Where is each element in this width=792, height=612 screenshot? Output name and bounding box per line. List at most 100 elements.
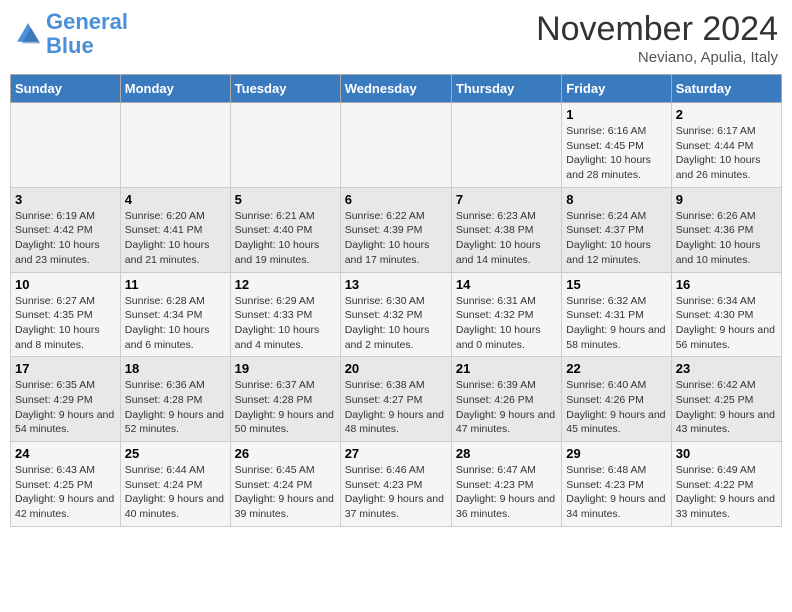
calendar-cell: 8 Sunrise: 6:24 AM Sunset: 4:37 PM Daylig… — [562, 187, 671, 272]
day-info: Sunrise: 6:20 AM Sunset: 4:41 PM Dayligh… — [125, 209, 226, 268]
calendar-body: 1 Sunrise: 6:16 AM Sunset: 4:45 PM Daylig… — [11, 103, 782, 527]
day-info: Sunrise: 6:34 AM Sunset: 4:30 PM Dayligh… — [676, 294, 777, 353]
calendar-cell: 2 Sunrise: 6:17 AM Sunset: 4:44 PM Daylig… — [671, 103, 781, 188]
day-info: Sunrise: 6:40 AM Sunset: 4:26 PM Dayligh… — [566, 378, 666, 437]
calendar-cell: 16 Sunrise: 6:34 AM Sunset: 4:30 PM Dayli… — [671, 272, 781, 357]
calendar-cell: 22Sunrise: 6:40 AM Sunset: 4:26 PM Dayli… — [562, 357, 671, 442]
day-number: 12 — [235, 277, 336, 292]
week-row-3: 10 Sunrise: 6:27 AM Sunset: 4:35 PM Dayli… — [11, 272, 782, 357]
day-header-tuesday: Tuesday — [230, 75, 340, 103]
day-info: Sunrise: 6:42 AM Sunset: 4:25 PM Dayligh… — [676, 378, 777, 437]
calendar-cell: 7 Sunrise: 6:23 AM Sunset: 4:38 PM Daylig… — [451, 187, 561, 272]
day-info: Sunrise: 6:16 AM Sunset: 4:45 PM Dayligh… — [566, 124, 666, 183]
day-number: 27 — [345, 446, 447, 461]
day-number: 2 — [676, 107, 777, 122]
calendar-cell: 12Sunrise: 6:29 AM Sunset: 4:33 PM Dayli… — [230, 272, 340, 357]
day-number: 28 — [456, 446, 557, 461]
calendar-cell: 19Sunrise: 6:37 AM Sunset: 4:28 PM Dayli… — [230, 357, 340, 442]
day-info: Sunrise: 6:24 AM Sunset: 4:37 PM Dayligh… — [566, 209, 666, 268]
day-info: Sunrise: 6:38 AM Sunset: 4:27 PM Dayligh… — [345, 378, 447, 437]
page-header: GeneralBlue November 2024 Neviano, Apuli… — [10, 10, 782, 66]
day-number: 4 — [125, 192, 226, 207]
day-number: 23 — [676, 361, 777, 376]
day-info: Sunrise: 6:44 AM Sunset: 4:24 PM Dayligh… — [125, 463, 226, 522]
day-info: Sunrise: 6:23 AM Sunset: 4:38 PM Dayligh… — [456, 209, 557, 268]
week-row-4: 17 Sunrise: 6:35 AM Sunset: 4:29 PM Dayli… — [11, 357, 782, 442]
month-title: November 2024 — [536, 10, 778, 49]
calendar-cell: 9 Sunrise: 6:26 AM Sunset: 4:36 PM Daylig… — [671, 187, 781, 272]
day-number: 18 — [125, 361, 226, 376]
day-info: Sunrise: 6:21 AM Sunset: 4:40 PM Dayligh… — [235, 209, 336, 268]
calendar-cell: 6Sunrise: 6:22 AM Sunset: 4:39 PM Daylig… — [340, 187, 451, 272]
day-info: Sunrise: 6:46 AM Sunset: 4:23 PM Dayligh… — [345, 463, 447, 522]
day-number: 8 — [566, 192, 666, 207]
calendar-cell — [451, 103, 561, 188]
calendar-cell: 26 Sunrise: 6:45 AM Sunset: 4:24 PM Dayli… — [230, 442, 340, 527]
title-area: November 2024 Neviano, Apulia, Italy — [536, 10, 778, 66]
day-number: 25 — [125, 446, 226, 461]
day-number: 20 — [345, 361, 447, 376]
calendar-cell: 1 Sunrise: 6:16 AM Sunset: 4:45 PM Daylig… — [562, 103, 671, 188]
day-info: Sunrise: 6:39 AM Sunset: 4:26 PM Dayligh… — [456, 378, 557, 437]
logo-text: GeneralBlue — [46, 10, 128, 58]
day-info: Sunrise: 6:47 AM Sunset: 4:23 PM Dayligh… — [456, 463, 557, 522]
day-number: 9 — [676, 192, 777, 207]
calendar-cell: 27 Sunrise: 6:46 AM Sunset: 4:23 PM Dayli… — [340, 442, 451, 527]
calendar-cell: 15 Sunrise: 6:32 AM Sunset: 4:31 PM Dayli… — [562, 272, 671, 357]
day-number: 3 — [15, 192, 116, 207]
day-info: Sunrise: 6:28 AM Sunset: 4:34 PM Dayligh… — [125, 294, 226, 353]
day-number: 21 — [456, 361, 557, 376]
calendar-cell — [230, 103, 340, 188]
week-row-5: 24 Sunrise: 6:43 AM Sunset: 4:25 PM Dayli… — [11, 442, 782, 527]
calendar-cell: 25 Sunrise: 6:44 AM Sunset: 4:24 PM Dayli… — [120, 442, 230, 527]
day-info: Sunrise: 6:43 AM Sunset: 4:25 PM Dayligh… — [15, 463, 116, 522]
calendar-cell: 28 Sunrise: 6:47 AM Sunset: 4:23 PM Dayli… — [451, 442, 561, 527]
day-number: 29 — [566, 446, 666, 461]
calendar-cell: 29 Sunrise: 6:48 AM Sunset: 4:23 PM Dayli… — [562, 442, 671, 527]
day-number: 19 — [235, 361, 336, 376]
calendar-cell: 5 Sunrise: 6:21 AM Sunset: 4:40 PM Daylig… — [230, 187, 340, 272]
day-info: Sunrise: 6:35 AM Sunset: 4:29 PM Dayligh… — [15, 378, 116, 437]
calendar-cell: 3Sunrise: 6:19 AM Sunset: 4:42 PM Daylig… — [11, 187, 121, 272]
day-info: Sunrise: 6:27 AM Sunset: 4:35 PM Dayligh… — [15, 294, 116, 353]
calendar-cell: 4 Sunrise: 6:20 AM Sunset: 4:41 PM Daylig… — [120, 187, 230, 272]
calendar-cell: 13Sunrise: 6:30 AM Sunset: 4:32 PM Dayli… — [340, 272, 451, 357]
calendar-cell: 14 Sunrise: 6:31 AM Sunset: 4:32 PM Dayli… — [451, 272, 561, 357]
day-number: 6 — [345, 192, 447, 207]
day-header-monday: Monday — [120, 75, 230, 103]
day-info: Sunrise: 6:26 AM Sunset: 4:36 PM Dayligh… — [676, 209, 777, 268]
day-info: Sunrise: 6:49 AM Sunset: 4:22 PM Dayligh… — [676, 463, 777, 522]
day-info: Sunrise: 6:32 AM Sunset: 4:31 PM Dayligh… — [566, 294, 666, 353]
calendar-cell — [120, 103, 230, 188]
day-number: 26 — [235, 446, 336, 461]
calendar-cell: 11Sunrise: 6:28 AM Sunset: 4:34 PM Dayli… — [120, 272, 230, 357]
day-info: Sunrise: 6:45 AM Sunset: 4:24 PM Dayligh… — [235, 463, 336, 522]
day-number: 14 — [456, 277, 557, 292]
day-number: 30 — [676, 446, 777, 461]
day-info: Sunrise: 6:36 AM Sunset: 4:28 PM Dayligh… — [125, 378, 226, 437]
day-number: 5 — [235, 192, 336, 207]
calendar-cell: 24 Sunrise: 6:43 AM Sunset: 4:25 PM Dayli… — [11, 442, 121, 527]
calendar-cell — [340, 103, 451, 188]
calendar-cell — [11, 103, 121, 188]
logo: GeneralBlue — [14, 10, 128, 58]
calendar-cell: 20 Sunrise: 6:38 AM Sunset: 4:27 PM Dayli… — [340, 357, 451, 442]
day-number: 15 — [566, 277, 666, 292]
week-row-2: 3Sunrise: 6:19 AM Sunset: 4:42 PM Daylig… — [11, 187, 782, 272]
day-info: Sunrise: 6:31 AM Sunset: 4:32 PM Dayligh… — [456, 294, 557, 353]
day-number: 10 — [15, 277, 116, 292]
day-number: 16 — [676, 277, 777, 292]
calendar-table: SundayMondayTuesdayWednesdayThursdayFrid… — [10, 74, 782, 527]
day-number: 1 — [566, 107, 666, 122]
calendar-cell: 10 Sunrise: 6:27 AM Sunset: 4:35 PM Dayli… — [11, 272, 121, 357]
day-info: Sunrise: 6:30 AM Sunset: 4:32 PM Dayligh… — [345, 294, 447, 353]
day-number: 7 — [456, 192, 557, 207]
day-header-saturday: Saturday — [671, 75, 781, 103]
day-info: Sunrise: 6:17 AM Sunset: 4:44 PM Dayligh… — [676, 124, 777, 183]
logo-icon — [14, 20, 42, 48]
day-number: 17 — [15, 361, 116, 376]
day-info: Sunrise: 6:48 AM Sunset: 4:23 PM Dayligh… — [566, 463, 666, 522]
day-number: 24 — [15, 446, 116, 461]
location-subtitle: Neviano, Apulia, Italy — [536, 49, 778, 66]
week-row-1: 1 Sunrise: 6:16 AM Sunset: 4:45 PM Daylig… — [11, 103, 782, 188]
